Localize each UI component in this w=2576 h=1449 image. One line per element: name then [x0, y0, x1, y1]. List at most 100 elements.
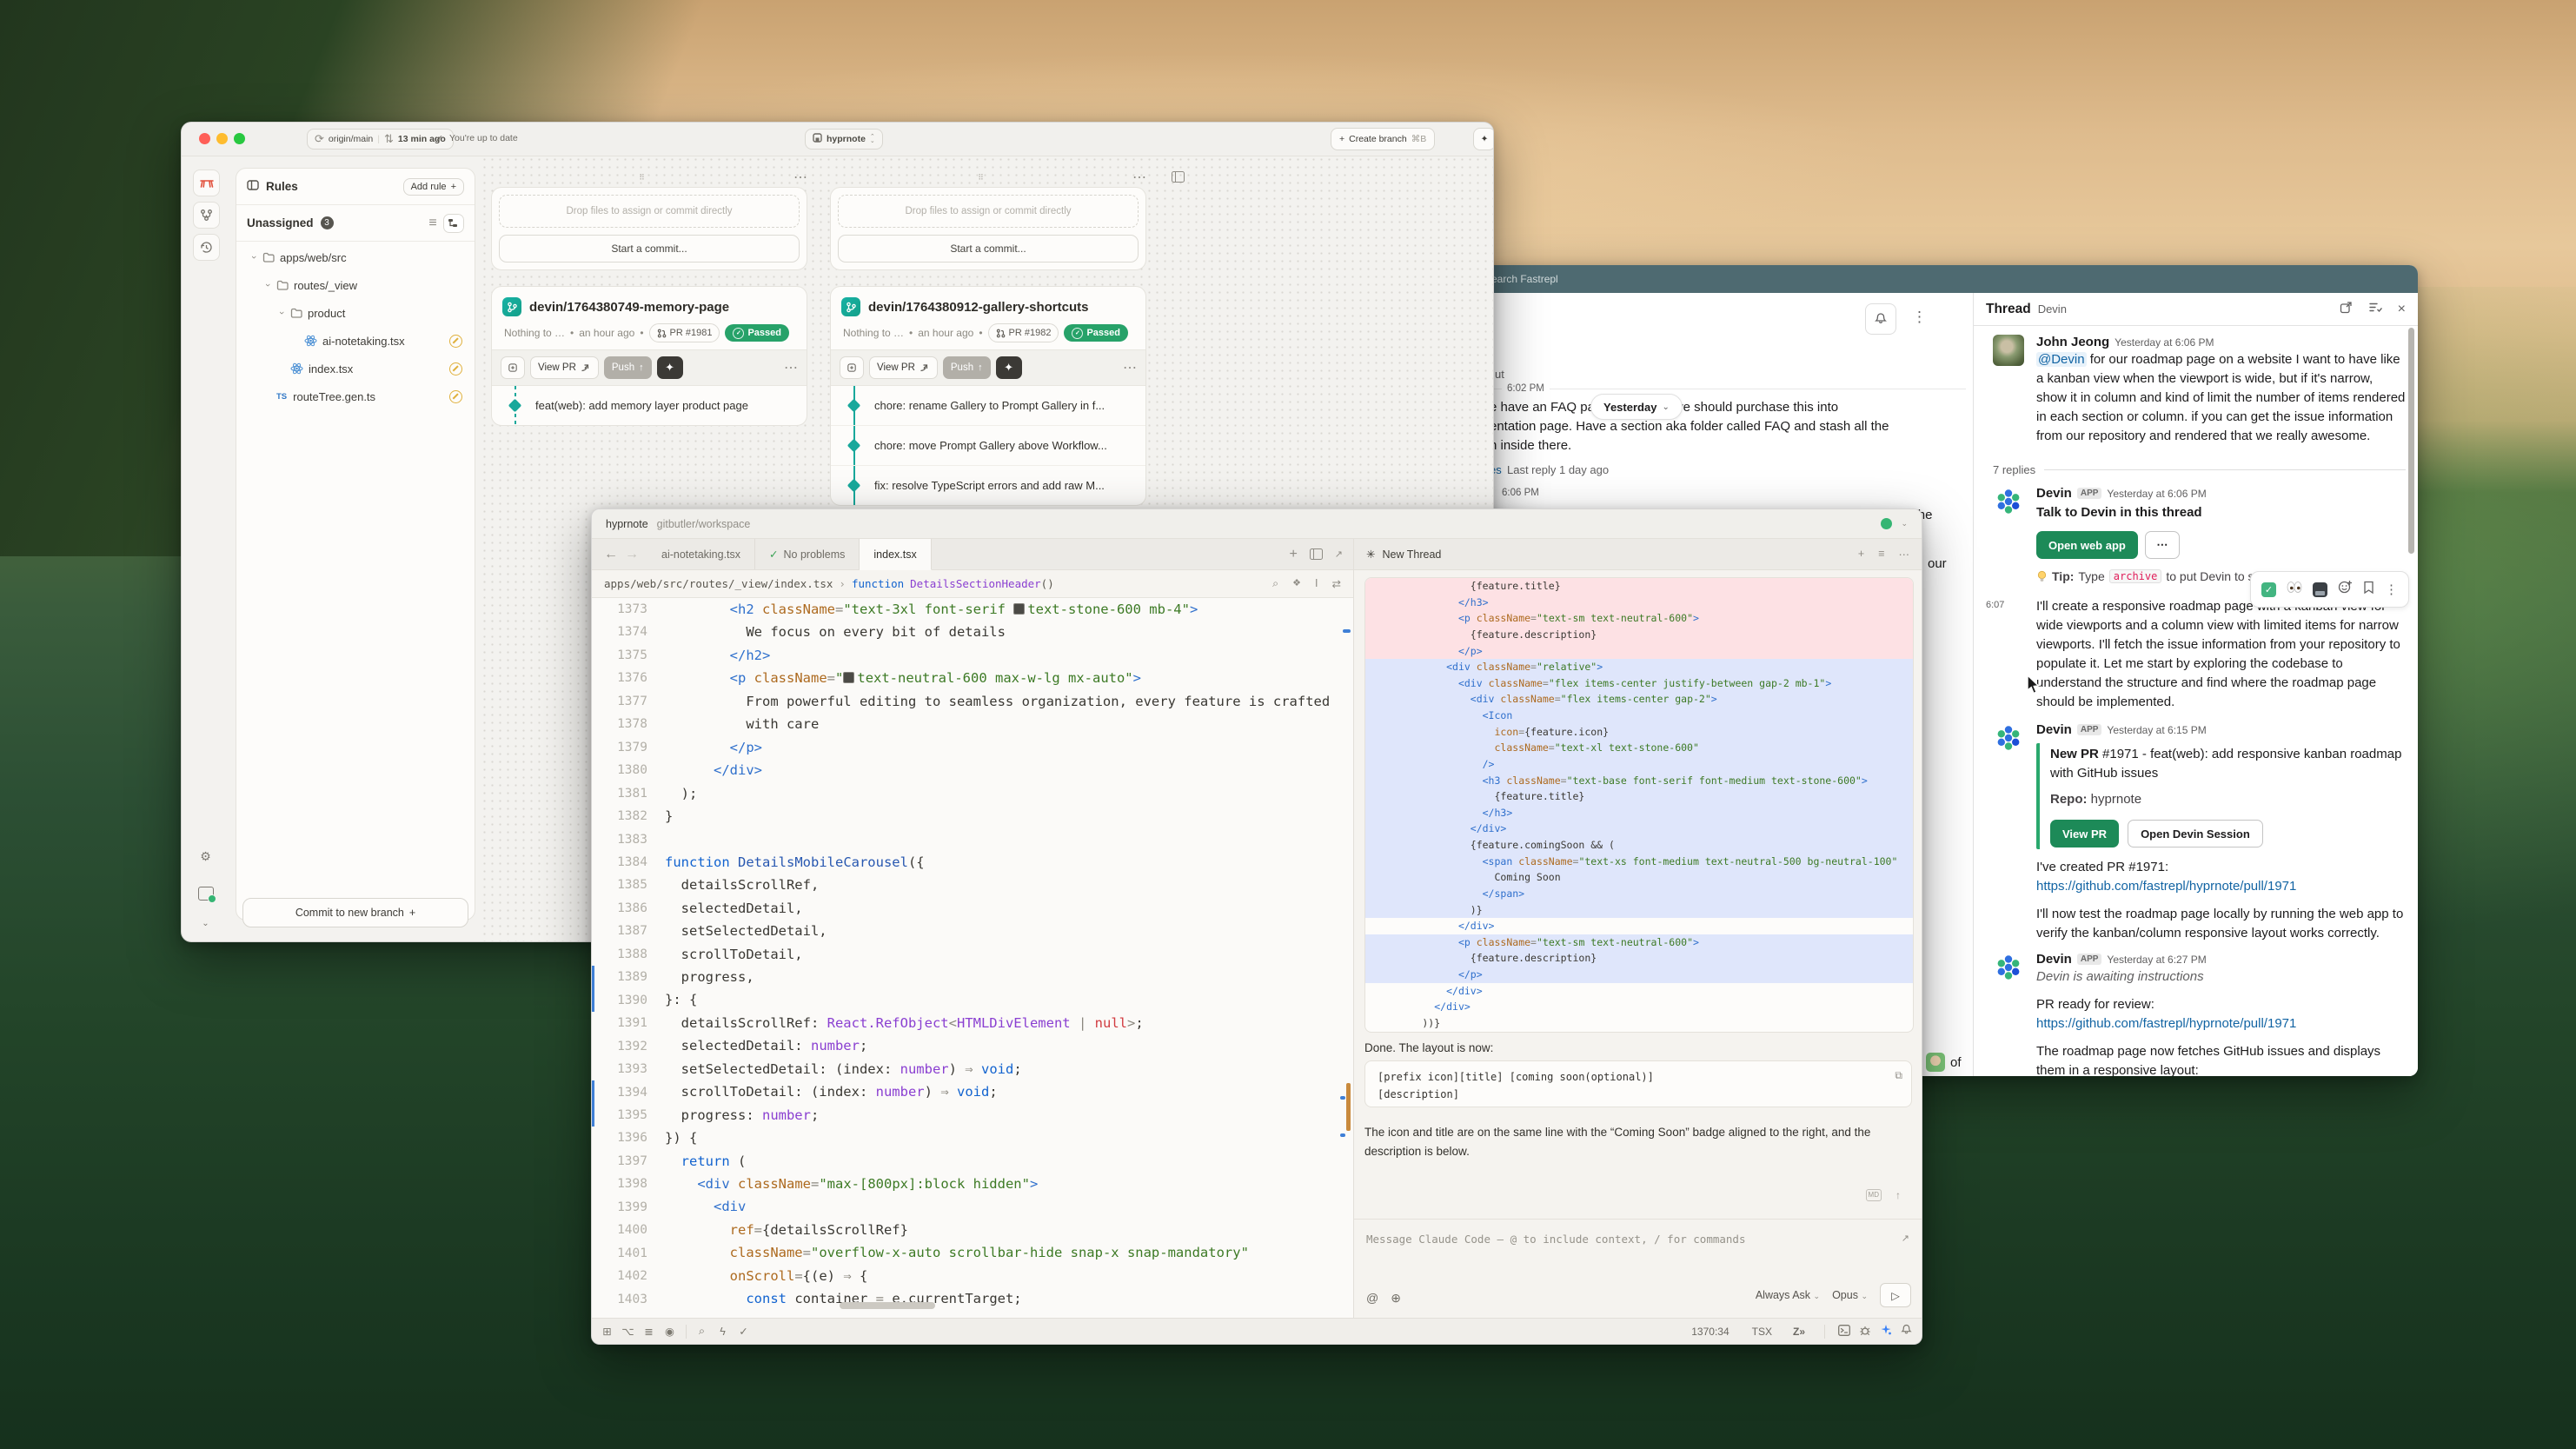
- check-icon[interactable]: ✓: [737, 1325, 750, 1338]
- pr-template-icon-button[interactable]: [501, 356, 525, 379]
- thread-message[interactable]: DevinAPPYesterday at 6:27 PMDevin is awa…: [1974, 952, 2406, 1076]
- expand-icon[interactable]: ↗: [1335, 548, 1343, 560]
- replies-divider[interactable]: 7 replies: [1974, 463, 2406, 476]
- ci-status-badge[interactable]: ✓Passed: [725, 324, 789, 342]
- diff-preview[interactable]: {feature.title} </h3> <p className="text…: [1364, 577, 1914, 1033]
- view-pr-button[interactable]: View PR: [2050, 820, 2119, 847]
- push-button[interactable]: Push↑: [943, 356, 991, 379]
- search-icon[interactable]: ⌕: [1272, 577, 1278, 590]
- workspace-tab-icon[interactable]: [193, 169, 220, 196]
- commit-row[interactable]: fix: resolve TypeScript errors and add r…: [831, 466, 1145, 505]
- avatar[interactable]: [1993, 486, 2024, 517]
- toggle-icon[interactable]: ⇄: [1332, 577, 1341, 590]
- ai-actions-button[interactable]: ✦: [1473, 128, 1494, 150]
- pr-template-icon-button[interactable]: [840, 356, 864, 379]
- commit-row[interactable]: feat(web): add memory layer product page: [492, 386, 807, 425]
- tree-item-index-tsx[interactable]: index.tsx: [236, 355, 475, 382]
- branches-tab-icon[interactable]: [193, 202, 220, 229]
- pr-title[interactable]: New PR #1971 - feat(web): add responsive…: [2050, 745, 2406, 783]
- start-commit-button[interactable]: Start a commit...: [838, 235, 1139, 263]
- zoom-button[interactable]: [234, 133, 245, 144]
- collapse-rail-icon[interactable]: ⌄: [193, 914, 218, 933]
- chevron-down-icon[interactable]: ›: [276, 308, 287, 318]
- scroll-up-icon[interactable]: ↑: [1895, 1189, 1901, 1201]
- message-link[interactable]: https://github.com/fastrepl/hyprnote/pul…: [2036, 877, 2406, 896]
- thread-message[interactable]: John JeongYesterday at 6:06 PM@Devin for…: [1974, 335, 2406, 446]
- thread-scrollbar[interactable]: [2408, 328, 2414, 554]
- sender-name[interactable]: Devin: [2036, 722, 2072, 737]
- add-reaction-icon[interactable]: [2338, 580, 2353, 599]
- mention-icon[interactable]: @: [1366, 1291, 1378, 1306]
- technologist-reaction-icon[interactable]: [2313, 582, 2327, 597]
- mention[interactable]: @Devin: [2036, 352, 2087, 367]
- avatar[interactable]: [1993, 335, 2024, 366]
- more-actions-button[interactable]: ⋯: [2145, 531, 2180, 559]
- bookmark-icon[interactable]: [2363, 581, 2374, 599]
- tree-view-toggle[interactable]: [443, 214, 464, 233]
- tab-index[interactable]: index.tsx: [860, 539, 931, 570]
- new-tab-icon[interactable]: +: [1289, 547, 1297, 562]
- create-branch-button[interactable]: +Create branch⌘B: [1331, 128, 1435, 150]
- settings-gear-icon[interactable]: ⚙: [193, 847, 218, 866]
- actions-icon[interactable]: ϟ: [716, 1326, 729, 1338]
- start-commit-button[interactable]: Start a commit...: [499, 235, 800, 263]
- new-thread-icon[interactable]: +: [1858, 548, 1864, 561]
- open-in-window-icon[interactable]: [2340, 301, 2353, 318]
- tree-item-product[interactable]: ›product: [236, 299, 475, 327]
- branch-menu-icon[interactable]: ⋯: [1123, 359, 1137, 376]
- view-pr-button[interactable]: View PR: [869, 356, 938, 379]
- tree-item-routes-view[interactable]: ›routes/_view: [236, 271, 475, 299]
- code-editor[interactable]: <h2 className="text-3xl font-serif text-…: [665, 598, 1351, 1318]
- diagnostics-icon[interactable]: ⊞: [601, 1325, 614, 1338]
- nav-forward-icon[interactable]: →: [625, 539, 647, 569]
- markdown-icon[interactable]: MD: [1866, 1189, 1882, 1201]
- sender-name[interactable]: John Jeong: [2036, 335, 2109, 349]
- collab-icon[interactable]: ◉: [663, 1325, 676, 1338]
- column-menu-icon[interactable]: ⋯: [793, 169, 807, 186]
- avatar[interactable]: [1993, 722, 2024, 754]
- drop-files-zone[interactable]: Drop files to assign or commit directly: [838, 195, 1139, 228]
- outline-icon[interactable]: ≣: [642, 1325, 655, 1338]
- integrations-icon[interactable]: [193, 884, 218, 903]
- chevron-down-icon[interactable]: ›: [262, 280, 273, 290]
- close-icon[interactable]: ×: [2398, 302, 2406, 317]
- view-pr-button[interactable]: View PR: [530, 356, 599, 379]
- breadcrumb[interactable]: apps/web/src/routes/_view/index.tsx › fu…: [592, 570, 1353, 598]
- tab-ai-notetaking[interactable]: ai-notetaking.tsx: [647, 539, 755, 569]
- collab-status-dot[interactable]: [1881, 518, 1892, 529]
- chevron-down-icon[interactable]: ⌄: [1901, 519, 1908, 528]
- branch-name[interactable]: devin/1764380912-gallery-shortcuts: [868, 300, 1088, 315]
- slack-titlebar[interactable]: Search Fastrepl: [1477, 265, 2418, 293]
- project-switcher[interactable]: hyprnote ⌃⌄: [805, 129, 883, 150]
- terminal-icon[interactable]: [1837, 1325, 1850, 1339]
- panel-toggle-icon[interactable]: [1172, 171, 1185, 183]
- thread-message[interactable]: DevinAPPYesterday at 6:06 PMTalk to Devi…: [1974, 486, 2406, 583]
- nav-back-icon[interactable]: ←: [592, 539, 625, 569]
- add-rule-button[interactable]: Add rule+: [403, 178, 464, 196]
- more-actions-icon[interactable]: ⋮: [2385, 582, 2398, 597]
- commit-row[interactable]: chore: rename Gallery to Prompt Gallery …: [831, 386, 1145, 426]
- editor-titlebar[interactable]: hyprnote gitbutler/workspace ⌄: [592, 509, 1922, 539]
- more-options-icon[interactable]: ⋯: [1899, 548, 1910, 561]
- debug-icon[interactable]: [1858, 1325, 1871, 1339]
- model-select[interactable]: Opus ⌄: [1832, 1289, 1868, 1301]
- push-button[interactable]: Push↑: [604, 356, 652, 379]
- tab-diagnostics[interactable]: ✓No problems: [755, 539, 860, 569]
- branch-name[interactable]: devin/1764380749-memory-page: [529, 300, 729, 315]
- filter-icon[interactable]: [2368, 301, 2382, 318]
- editor-branch-name[interactable]: gitbutler/workspace: [657, 518, 751, 530]
- minimize-button[interactable]: [216, 133, 228, 144]
- cursor-icon[interactable]: Ι: [1315, 577, 1318, 590]
- drop-files-zone[interactable]: Drop files to assign or commit directly: [499, 195, 800, 228]
- copilot-status[interactable]: Z»: [1793, 1326, 1805, 1338]
- date-divider-pill[interactable]: Yesterday⌄: [1590, 394, 1683, 420]
- eyes-reaction-icon[interactable]: [2287, 582, 2302, 597]
- message-input[interactable]: Message Claude Code — @ to include conte…: [1366, 1233, 1746, 1246]
- editor-project-name[interactable]: hyprnote: [606, 518, 648, 530]
- history-list-icon[interactable]: ≡: [1878, 548, 1884, 561]
- sender-name[interactable]: Devin: [2036, 952, 2072, 967]
- kebab-icon[interactable]: ⋮: [1912, 309, 1927, 326]
- pr-badge[interactable]: PR #1982: [988, 323, 1059, 342]
- column-menu-icon[interactable]: ⋯: [1132, 169, 1146, 186]
- branch-menu-icon[interactable]: ⋯: [784, 359, 798, 376]
